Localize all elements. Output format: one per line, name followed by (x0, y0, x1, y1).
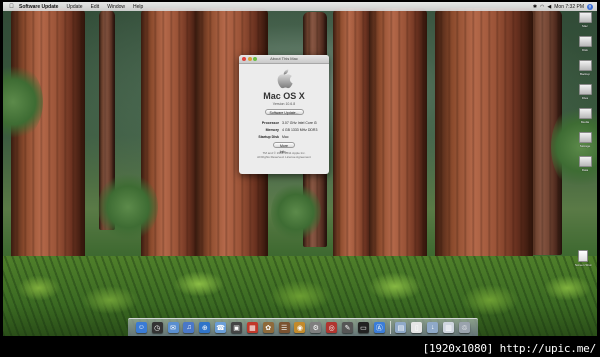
apple-menu-icon[interactable]:  (8, 4, 15, 10)
os-name: Mac OS X (263, 91, 305, 101)
desktop[interactable]:  Software Update Update Edit Window Hel… (3, 2, 597, 336)
desktop-icon-label: Screen Shot (575, 263, 592, 267)
info-value: 3.07 GHz Intel Core i3 (282, 121, 317, 125)
hard-drive-icon (578, 12, 592, 23)
hard-drive-icon (578, 36, 592, 47)
info-row-processor: Processor 3.07 GHz Intel Core i3 (239, 120, 329, 127)
messages-icon[interactable]: ☎ (215, 322, 227, 333)
preview-icon[interactable]: ◉ (294, 322, 306, 333)
address-book-icon[interactable]: ☰ (278, 322, 290, 333)
os-version: Version 10.6.8 (272, 102, 296, 106)
foliage (98, 172, 158, 242)
info-row-memory: Memory 4 GB 1333 MHz DDR3 (239, 127, 329, 134)
desktop-icon-label: Disk (582, 48, 588, 52)
facetime-icon[interactable]: ▣ (231, 322, 243, 333)
menu-window[interactable]: Window (103, 4, 129, 10)
photos-icon[interactable]: ✿ (262, 322, 274, 333)
dock: ☺ ◷ ✉ ♫ ⊕ ☎ ▣ ▦ ✿ ☰ ◉ ⚙ ◎ ✎ ▭ Ⓐ ▤ ▯ ↓ ▥ ♲ (128, 318, 478, 336)
menu-edit[interactable]: Edit (87, 4, 104, 10)
system-info: Processor 3.07 GHz Intel Core i3 Memory … (239, 120, 329, 141)
info-row-startup-disk: Startup Disk Mac (239, 134, 329, 141)
screenshot-stack-icon[interactable]: ▥ (443, 322, 455, 333)
desktop-icon[interactable]: Disk (577, 36, 593, 58)
menu-extras: ✱ ◠ ◀ Mon 7:32 PM ⚲ (533, 3, 597, 10)
about-this-mac-window: About This Mac Mac OS X Version 10.6.8 S… (239, 55, 329, 174)
system-preferences-icon[interactable]: ⚙ (310, 322, 322, 333)
applications-folder-icon[interactable]: ▤ (395, 322, 407, 333)
spotlight-icon[interactable]: ⚲ (587, 3, 593, 10)
desktop-icon-label: Media (580, 120, 590, 124)
safari-icon[interactable]: ⊕ (199, 322, 211, 333)
desktop-icon-label: Files (581, 96, 589, 100)
window-titlebar[interactable]: About This Mac (239, 55, 329, 64)
desktop-icon[interactable]: Files (577, 84, 593, 106)
info-value: Mac (282, 135, 289, 139)
menu-app-name[interactable]: Software Update (15, 4, 62, 10)
desktop-icon-label: Storage (579, 144, 591, 148)
desktop-icons: Mac Disk Backup Files Media Storage Data (577, 12, 593, 180)
desktop-icon-label: Data (581, 168, 589, 172)
info-key: Processor (261, 121, 279, 125)
tree-trunk (369, 8, 427, 266)
finder-icon[interactable]: ☺ (135, 322, 147, 333)
menu-update[interactable]: Update (62, 4, 86, 10)
calendar-icon[interactable]: ▦ (246, 322, 258, 333)
app-store-icon[interactable]: Ⓐ (373, 322, 385, 333)
hard-drive-icon (578, 156, 592, 167)
desktop-icon-label: Mac (582, 24, 588, 28)
document-icon (578, 250, 588, 262)
copyright-text: TM and © 1983–2011 Apple Inc. All Rights… (257, 151, 311, 159)
hard-drive-icon (578, 60, 592, 71)
window-title: About This Mac (270, 56, 298, 61)
photo-booth-icon[interactable]: ◎ (326, 322, 338, 333)
hard-drive-icon (578, 108, 592, 119)
desktop-icon[interactable]: Screen Shot (575, 250, 592, 272)
dock-separator (389, 321, 391, 334)
info-key: Startup Disk (258, 135, 279, 139)
itunes-icon[interactable]: ♫ (183, 322, 195, 333)
text-edit-icon[interactable]: ✎ (342, 322, 354, 333)
desktop-icon-label: Backup (579, 72, 590, 76)
menu-clock[interactable]: Mon 7:32 PM (554, 4, 584, 10)
desktop-icon[interactable]: Data (577, 156, 593, 178)
bluetooth-icon[interactable]: ✱ (533, 4, 537, 10)
tree-trunk (435, 8, 533, 278)
more-info-button[interactable]: More Info... (273, 142, 295, 154)
software-update-button[interactable]: Software Update... (264, 109, 304, 115)
downloads-folder-icon[interactable]: ↓ (427, 322, 439, 333)
info-value: 4 GB 1333 MHz DDR3 (282, 128, 318, 132)
dashboard-icon[interactable]: ◷ (151, 322, 163, 333)
terminal-icon[interactable]: ▭ (357, 322, 369, 333)
document-icon[interactable]: ▯ (411, 322, 423, 333)
volume-icon[interactable]: ◀ (547, 4, 551, 10)
hard-drive-icon (578, 132, 592, 143)
menu-bar:  Software Update Update Edit Window Hel… (3, 2, 597, 11)
mail-icon[interactable]: ✉ (167, 322, 179, 333)
info-key: Memory (265, 128, 279, 132)
watermark: [1920x1080] http://upic.me/ (422, 342, 597, 355)
desktop-icon[interactable]: Storage (577, 132, 593, 154)
desktop-icon[interactable]: Media (577, 108, 593, 130)
foliage (271, 182, 321, 242)
menu-help[interactable]: Help (129, 4, 147, 10)
hard-drive-icon (578, 84, 592, 95)
tree-trunk (333, 8, 373, 258)
apple-logo-icon (275, 69, 293, 89)
desktop-icon[interactable]: Backup (577, 60, 593, 82)
wifi-icon[interactable]: ◠ (540, 4, 544, 10)
trash-icon[interactable]: ♲ (458, 322, 470, 333)
desktop-icon[interactable]: Mac (577, 12, 593, 34)
